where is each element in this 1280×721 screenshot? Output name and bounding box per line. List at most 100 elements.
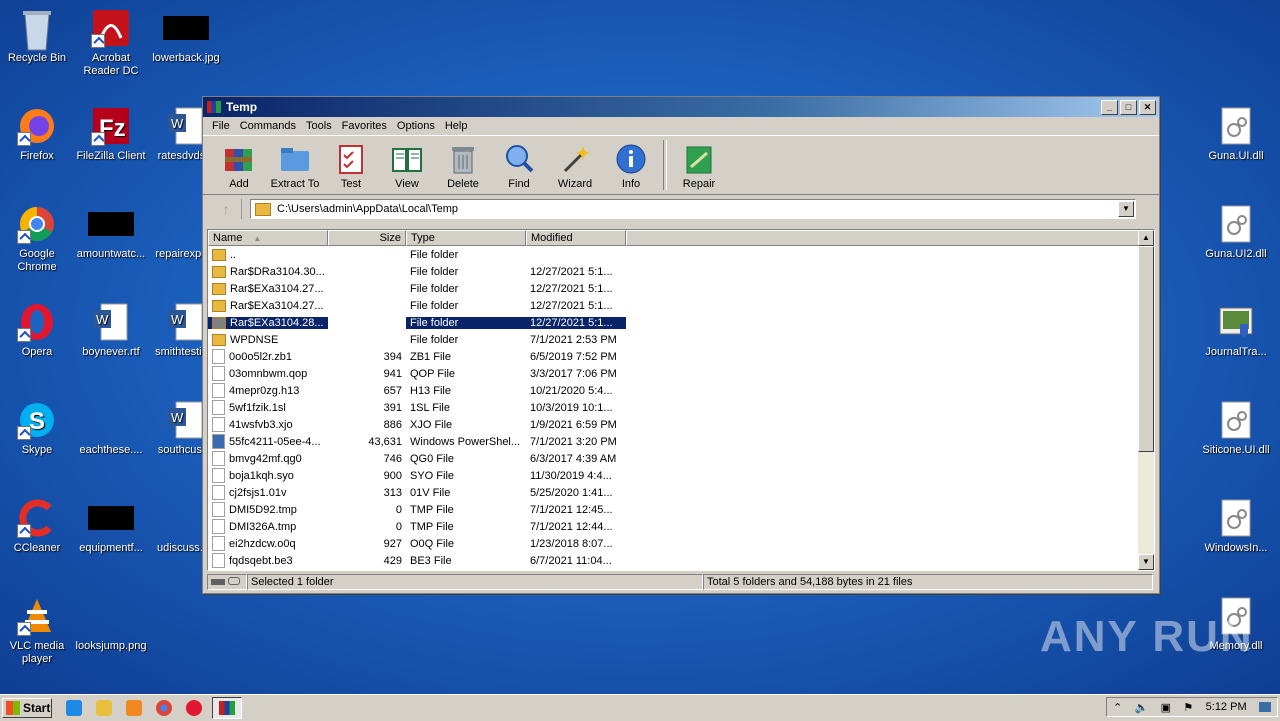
file-modified: 3/3/2017 7:06 PM xyxy=(530,367,617,380)
desktop-icon-eachthese[interactable]: eachthese.... xyxy=(74,400,148,457)
scroll-down-button[interactable]: ▼ xyxy=(1138,554,1154,570)
repair-button[interactable]: Repair xyxy=(671,143,727,194)
file-name: .. xyxy=(230,248,237,261)
desktop-icon-firefox[interactable]: Firefox xyxy=(0,106,74,163)
file-row[interactable]: boja1kqh.syo 900 SYO File 11/30/2019 4:4... xyxy=(208,467,1154,484)
file-row[interactable]: ei2hzdcw.o0q 927 O0Q File 1/23/2018 8:07... xyxy=(208,535,1154,552)
desktop-icon-looksjump[interactable]: looksjump.png xyxy=(74,596,148,653)
internet-explorer-icon[interactable] xyxy=(66,700,82,716)
title-bar[interactable]: Temp _ □ ✕ xyxy=(203,97,1159,117)
file-row[interactable]: Rar$EXa3104.28... File folder 12/27/2021 5… xyxy=(208,314,1154,331)
svg-text:W: W xyxy=(171,410,184,425)
chrome-icon xyxy=(17,204,57,244)
vertical-scrollbar[interactable]: ▲ ▼ xyxy=(1138,230,1154,570)
add-button[interactable]: Add xyxy=(211,143,267,194)
scroll-up-button[interactable]: ▲ xyxy=(1138,230,1154,246)
desktop-icon-equipmentf[interactable]: equipmentf... xyxy=(74,498,148,555)
desktop-icon-lowerback[interactable]: lowerback.jpg xyxy=(149,8,223,65)
file-row[interactable]: 03omnbwm.qop 941 QOP File 3/3/2017 7:06 PM xyxy=(208,365,1154,382)
file-size: 886 xyxy=(383,418,402,431)
up-one-level-button[interactable]: ↑ xyxy=(211,199,242,219)
column-header-size[interactable]: Size xyxy=(328,230,406,246)
file-modified: 7/1/2021 12:45... xyxy=(530,503,613,516)
maximize-button[interactable]: □ xyxy=(1120,100,1137,115)
desktop-icon-boynever[interactable]: W boynever.rtf xyxy=(74,302,148,359)
address-field[interactable]: C:\Users\admin\AppData\Local\Temp ▼ xyxy=(250,199,1136,219)
file-icon xyxy=(212,553,225,568)
column-header-type[interactable]: Type xyxy=(406,230,526,246)
tray-expand-icon[interactable]: ⌃ xyxy=(1113,701,1122,714)
desktop-icon-guna-ui2[interactable]: Guna.UI2.dll xyxy=(1199,204,1273,261)
drive-status-icon[interactable] xyxy=(207,574,247,590)
minimize-button[interactable]: _ xyxy=(1101,100,1118,115)
winrar-window[interactable]: Temp _ □ ✕ File Commands Tools Favorites… xyxy=(202,96,1160,594)
file-list[interactable]: Name ▲ Size Type Modified .. File folder R… xyxy=(207,229,1155,571)
desktop-icon-skype[interactable]: S Skype xyxy=(0,400,74,457)
menu-commands[interactable]: Commands xyxy=(235,120,301,132)
menu-options[interactable]: Options xyxy=(392,120,440,132)
menu-help[interactable]: Help xyxy=(440,120,473,132)
opera-taskbar-icon[interactable] xyxy=(186,700,202,716)
media-player-icon[interactable] xyxy=(126,700,142,716)
find-button[interactable]: Find xyxy=(491,143,547,194)
desktop-icon-siticone[interactable]: Siticone.UI.dll xyxy=(1199,400,1273,457)
file-row[interactable]: Rar$DRa3104.30... File folder 12/27/2021 5… xyxy=(208,263,1154,280)
delete-button[interactable]: Delete xyxy=(435,143,491,194)
file-row[interactable]: 5wf1fzik.1sl 391 1SL File 10/3/2019 10:1... xyxy=(208,399,1154,416)
menu-favorites[interactable]: Favorites xyxy=(337,120,392,132)
file-row[interactable]: Rar$EXa3104.27... File folder 12/27/2021 5… xyxy=(208,297,1154,314)
desktop-icon-ccleaner[interactable]: CCleaner xyxy=(0,498,74,555)
wizard-button[interactable]: Wizard xyxy=(547,143,603,194)
desktop-icon-journaltra[interactable]: JournalTra... xyxy=(1199,302,1273,359)
chrome-taskbar-icon[interactable] xyxy=(156,700,172,716)
image-thumbnail-icon xyxy=(88,212,134,236)
file-row[interactable]: WPDNSE File folder 7/1/2021 2:53 PM xyxy=(208,331,1154,348)
desktop-icon-windowsin[interactable]: WindowsIn... xyxy=(1199,498,1273,555)
column-header-name[interactable]: Name ▲ xyxy=(208,230,328,246)
desktop-icon-amountwatc[interactable]: amountwatc... xyxy=(74,204,148,261)
volume-icon[interactable]: 🔈 xyxy=(1135,701,1149,714)
file-name-cell: ei2hzdcw.o0q xyxy=(208,536,328,551)
file-name-cell: DMI326A.tmp xyxy=(208,519,328,534)
address-dropdown-button[interactable]: ▼ xyxy=(1118,201,1134,217)
desktop-icon-opera[interactable]: Opera xyxy=(0,302,74,359)
info-button[interactable]: Info xyxy=(603,143,659,194)
file-row[interactable]: DMI326A.tmp 0 TMP File 7/1/2021 12:44... xyxy=(208,518,1154,535)
file-type: QOP File xyxy=(410,367,456,380)
file-explorer-icon[interactable] xyxy=(96,700,112,716)
show-desktop-icon[interactable] xyxy=(1258,702,1271,712)
file-row[interactable]: .. File folder xyxy=(208,246,1154,263)
test-button[interactable]: Test xyxy=(323,143,379,194)
desktop-icon-chrome[interactable]: Google Chrome xyxy=(0,204,74,274)
file-modified: 12/27/2021 5:1... xyxy=(530,282,613,295)
file-row[interactable]: 41wsfvb3.xjo 886 XJO File 1/9/2021 6:59 PM xyxy=(208,416,1154,433)
menu-file[interactable]: File xyxy=(207,120,235,132)
desktop-icon-vlc[interactable]: VLC media player xyxy=(0,596,74,666)
file-row[interactable]: 4mepr0zg.h13 657 H13 File 10/21/2020 5:4... xyxy=(208,382,1154,399)
start-button[interactable]: Start xyxy=(2,698,52,718)
action-center-flag-icon[interactable]: ⚑ xyxy=(1183,701,1193,714)
network-icon[interactable]: ▣ xyxy=(1161,701,1171,714)
winrar-taskbar-button[interactable] xyxy=(212,697,242,719)
file-name-cell: 55fc4211-05ee-4... xyxy=(208,434,328,449)
desktop-icon-acrobat[interactable]: Acrobat Reader DC xyxy=(74,8,148,78)
file-row[interactable]: fqdsqebt.be3 429 BE3 File 6/7/2021 11:04... xyxy=(208,552,1154,569)
menu-tools[interactable]: Tools xyxy=(301,120,337,132)
column-header-modified[interactable]: Modified xyxy=(526,230,626,246)
desktop-icon-filezilla[interactable]: Fz FileZilla Client xyxy=(74,106,148,163)
file-row[interactable]: Rar$EXa3104.27... File folder 12/27/2021 5… xyxy=(208,280,1154,297)
view-button[interactable]: View xyxy=(379,143,435,194)
file-row[interactable]: cj2fsjs1.01v 313 01V File 5/25/2020 1:41... xyxy=(208,484,1154,501)
scroll-thumb[interactable] xyxy=(1138,246,1154,452)
clock[interactable]: 5:12 PM xyxy=(1206,701,1247,713)
file-row[interactable]: 55fc4211-05ee-4... 43,631 Windows PowerShe… xyxy=(208,433,1154,450)
file-row[interactable]: DMI5D92.tmp 0 TMP File 7/1/2021 12:45... xyxy=(208,501,1154,518)
file-name: 4mepr0zg.h13 xyxy=(229,384,300,397)
desktop-icon-recycle-bin[interactable]: Recycle Bin xyxy=(0,8,74,65)
winrar-app-icon xyxy=(207,101,221,113)
desktop-icon-guna-ui[interactable]: Guna.UI.dll xyxy=(1199,106,1273,163)
file-row[interactable]: 0o0o5l2r.zb1 394 ZB1 File 6/5/2019 7:52 PM xyxy=(208,348,1154,365)
extract-to-button[interactable]: Extract To xyxy=(267,143,323,194)
file-row[interactable]: bmvg42mf.qg0 746 QG0 File 6/3/2017 4:39 AM xyxy=(208,450,1154,467)
close-button[interactable]: ✕ xyxy=(1139,100,1156,115)
